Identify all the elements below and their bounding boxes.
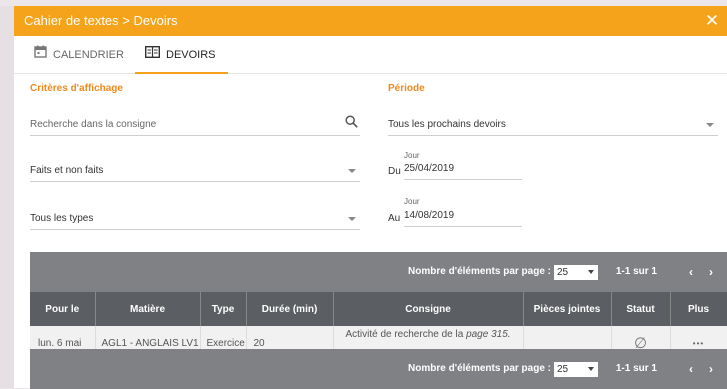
- period-heading: Période: [388, 83, 425, 94]
- per-page-label: Nombre d'éléments par page :: [408, 363, 551, 374]
- type-filter-select[interactable]: Tous les types: [30, 204, 360, 230]
- to-date-value: 14/08/2019: [404, 210, 455, 221]
- from-prefix: Du: [388, 166, 401, 177]
- top-pager: Nombre d'éléments par page : 25 1-1 sur …: [30, 252, 727, 292]
- search-icon[interactable]: [345, 115, 358, 131]
- to-date-field[interactable]: 14/08/2019: [404, 205, 522, 227]
- dialog-title: Cahier de textes > Devoirs: [24, 13, 178, 28]
- status-filter-value: Faits et non faits: [30, 165, 104, 176]
- prev-page-icon[interactable]: ‹: [689, 252, 693, 292]
- devoirs-dialog: Cahier de textes > Devoirs ✕ CALENDRIER …: [14, 6, 727, 389]
- period-range-select[interactable]: Tous les prochains devoirs: [388, 110, 718, 136]
- per-page-select[interactable]: 25: [554, 362, 598, 377]
- tab-devoirs[interactable]: DEVOIRS: [135, 36, 228, 74]
- chevron-down-icon: [588, 367, 594, 371]
- chevron-down-icon: [706, 123, 714, 127]
- column-header[interactable]: Consigne: [333, 292, 524, 326]
- next-page-icon[interactable]: ›: [709, 252, 713, 292]
- column-header[interactable]: Plus: [670, 292, 727, 326]
- background-left-strip: [0, 6, 14, 388]
- table-header-row: Pour le Matière Type Durée (min) Consign…: [30, 292, 727, 326]
- tab-calendrier-label: CALENDRIER: [53, 49, 124, 61]
- criteria-heading: Critères d'affichage: [30, 83, 123, 94]
- to-prefix: Au: [388, 213, 401, 224]
- chevron-down-icon: [348, 169, 356, 173]
- dialog-titlebar: Cahier de textes > Devoirs ✕: [14, 6, 727, 36]
- from-date-field[interactable]: 25/04/2019: [404, 158, 522, 180]
- per-page-value: 25: [557, 267, 569, 278]
- consigne-text: Activité de recherche de la: [345, 329, 467, 340]
- column-header[interactable]: Matière: [95, 292, 201, 326]
- period-range-value: Tous les prochains devoirs: [388, 119, 506, 130]
- chevron-down-icon: [348, 217, 356, 221]
- book-icon: [144, 36, 161, 74]
- page-count: 1-1 sur 1: [615, 363, 657, 374]
- from-date-value: 25/04/2019: [404, 163, 455, 174]
- per-page-value: 25: [557, 364, 569, 375]
- bottom-pager: Nombre d'éléments par page : 25 1-1 sur …: [30, 349, 727, 389]
- tab-calendrier[interactable]: CALENDRIER: [34, 36, 124, 74]
- per-page-select[interactable]: 25: [554, 265, 598, 280]
- column-header[interactable]: Statut: [611, 292, 671, 326]
- tab-devoirs-label: DEVOIRS: [166, 49, 216, 61]
- column-header[interactable]: Pièces jointes: [523, 292, 612, 326]
- column-header[interactable]: Pour le: [30, 292, 96, 326]
- next-page-icon[interactable]: ›: [709, 349, 713, 389]
- tab-bar: CALENDRIER DEVOIRS: [14, 36, 727, 74]
- devoirs-grid: Nombre d'éléments par page : 25 1-1 sur …: [30, 252, 727, 389]
- status-filter-select[interactable]: Faits et non faits: [30, 156, 360, 182]
- consigne-page-ref: page 315.: [466, 329, 511, 340]
- close-icon[interactable]: ✕: [703, 6, 721, 36]
- chevron-down-icon: [588, 270, 594, 274]
- column-header[interactable]: Durée (min): [246, 292, 334, 326]
- calendar-icon: [34, 36, 47, 74]
- prev-page-icon[interactable]: ‹: [689, 349, 693, 389]
- column-header[interactable]: Type: [200, 292, 247, 326]
- search-placeholder: Recherche dans la consigne: [30, 119, 157, 130]
- page-count: 1-1 sur 1: [615, 266, 657, 277]
- per-page-label: Nombre d'éléments par page :: [408, 266, 551, 277]
- type-filter-value: Tous les types: [30, 213, 94, 224]
- search-input[interactable]: Recherche dans la consigne: [30, 110, 360, 136]
